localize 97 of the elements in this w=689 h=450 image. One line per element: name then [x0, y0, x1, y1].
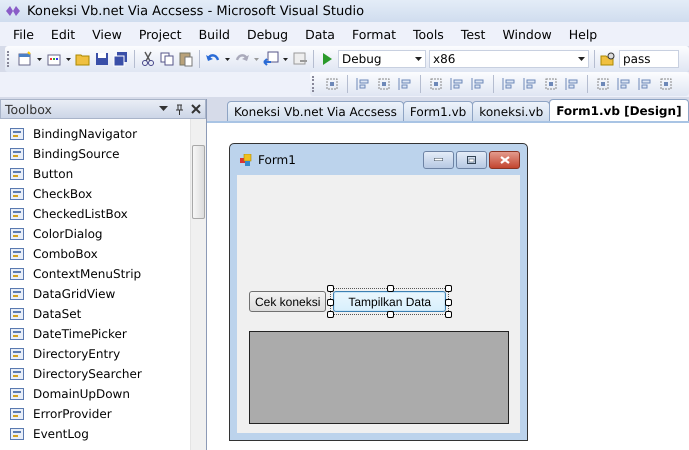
toolbox-item[interactable]: CheckedListBox	[0, 204, 190, 224]
component-icon	[9, 426, 25, 442]
menu-item[interactable]: Tools	[405, 26, 453, 42]
item-label: CheckedListBox	[33, 207, 128, 221]
item-label: DirectorySearcher	[33, 367, 142, 381]
component-icon	[9, 266, 25, 282]
component-icon	[9, 206, 25, 222]
minimize-icon	[434, 158, 443, 161]
new-project-icon[interactable]	[17, 51, 33, 67]
paste-icon[interactable]	[178, 51, 194, 67]
document-tab[interactable]: Form1.vb	[402, 101, 474, 121]
document-tab[interactable]: koneksi.vb	[472, 101, 550, 121]
copy-icon[interactable]	[159, 51, 175, 67]
scroll-thumb[interactable]	[192, 145, 205, 219]
item-label: CheckBox	[33, 187, 92, 201]
component-icon	[9, 146, 25, 162]
scissors-icon[interactable]	[140, 51, 156, 67]
component-icon	[9, 406, 25, 422]
align-to-grid-icon[interactable]	[324, 76, 340, 92]
panel-title: Toolbox	[5, 102, 53, 116]
app-logo-icon	[5, 5, 21, 17]
item-label: DataSet	[33, 307, 82, 321]
close-icon	[500, 156, 510, 164]
component-icon	[9, 226, 25, 242]
item-label: DomainUpDown	[33, 387, 130, 401]
menu-item[interactable]: Test	[452, 26, 494, 42]
toolbox-item[interactable]: BindingNavigator	[0, 124, 190, 144]
maximize-icon	[467, 156, 476, 164]
toolbox-item[interactable]: DomainUpDown	[0, 384, 190, 404]
close-icon[interactable]	[191, 104, 201, 114]
toolbox-item[interactable]: ColorDialog	[0, 224, 190, 244]
item-label: DataGridView	[33, 287, 116, 301]
component-icon	[9, 286, 25, 302]
save-icon[interactable]	[94, 51, 110, 67]
dropdown-icon	[578, 57, 585, 61]
item-label: EventLog	[33, 427, 89, 441]
item-label: BindingNavigator	[33, 127, 138, 141]
toolbox-item[interactable]: BindingSource	[0, 144, 190, 164]
dropdown-icon[interactable]	[159, 106, 168, 112]
minimize-button[interactable]	[423, 150, 454, 168]
menu-item[interactable]: Project	[130, 26, 191, 42]
form-button[interactable]: Cek koneksi	[249, 291, 326, 312]
toolbox-item[interactable]: DataSet	[0, 304, 190, 324]
menu-item[interactable]: File	[5, 26, 43, 42]
pin-icon[interactable]	[175, 104, 184, 114]
component-icon	[9, 366, 25, 382]
item-label: DateTimePicker	[33, 327, 127, 341]
menu-item[interactable]: Build	[190, 26, 239, 42]
dropdown-icon	[415, 57, 422, 61]
menu-item[interactable]: Format	[344, 26, 406, 42]
menu-item[interactable]: Debug	[238, 26, 298, 42]
menu-item[interactable]: View	[84, 26, 131, 42]
resize-handle[interactable]	[386, 311, 394, 318]
form-button[interactable]: Tampilkan Data	[333, 291, 446, 312]
component-icon	[9, 246, 25, 262]
component-icon	[9, 306, 25, 322]
toolbox-item[interactable]: DirectorySearcher	[0, 364, 190, 384]
align-lefts-icon[interactable]	[355, 76, 371, 92]
document-tab[interactable]: Form1.vb [Design]	[549, 99, 689, 121]
resize-handle[interactable]	[386, 285, 394, 292]
form-icon	[240, 154, 252, 166]
form-title: Form1	[258, 152, 297, 166]
item-label: DirectoryEntry	[33, 347, 120, 361]
toolbox-item[interactable]: ComboBox	[0, 244, 190, 264]
toolbox-item[interactable]: EventLog	[0, 424, 190, 444]
item-label: Button	[33, 167, 74, 181]
maximize-button[interactable]	[456, 150, 487, 168]
component-icon	[9, 386, 25, 402]
toolbox-item[interactable]: DateTimePicker	[0, 324, 190, 344]
configuration-dropdown[interactable]: Debug	[338, 50, 426, 68]
item-label: ColorDialog	[33, 227, 103, 241]
component-icon	[9, 186, 25, 202]
item-label: ContextMenuStrip	[33, 267, 142, 281]
menu-item[interactable]: Window	[494, 26, 561, 42]
search-field[interactable]: pass	[619, 50, 679, 68]
close-button[interactable]	[489, 150, 520, 168]
component-icon	[9, 126, 25, 142]
platform-dropdown[interactable]: x86	[429, 50, 589, 68]
item-label: ErrorProvider	[33, 407, 112, 421]
component-icon	[9, 166, 25, 182]
scrollbar[interactable]	[190, 119, 206, 450]
toolbox-item[interactable]: CheckBox	[0, 184, 190, 204]
item-label: ComboBox	[33, 247, 98, 261]
document-tab[interactable]: Koneksi Vb.net Via Accsess	[227, 101, 404, 121]
component-icon	[9, 326, 25, 342]
toolbox-item[interactable]: ContextMenuStrip	[0, 264, 190, 284]
toolbox-item[interactable]: ErrorProvider	[0, 404, 190, 424]
toolbox-item[interactable]: DataGridView	[0, 284, 190, 304]
toolbox-item[interactable]: DirectoryEntry	[0, 344, 190, 364]
save-all-icon[interactable]	[113, 51, 129, 67]
menu-item[interactable]: Data	[297, 26, 344, 42]
toolbox-item[interactable]: Button	[0, 164, 190, 184]
window-title: Koneksi Vb.net Via Accsess - Microsoft Visual Studio	[27, 4, 364, 18]
item-label: BindingSource	[33, 147, 120, 161]
menu-item[interactable]: Help	[560, 26, 606, 42]
component-icon	[9, 346, 25, 362]
menu-item[interactable]: Edit	[42, 26, 84, 42]
